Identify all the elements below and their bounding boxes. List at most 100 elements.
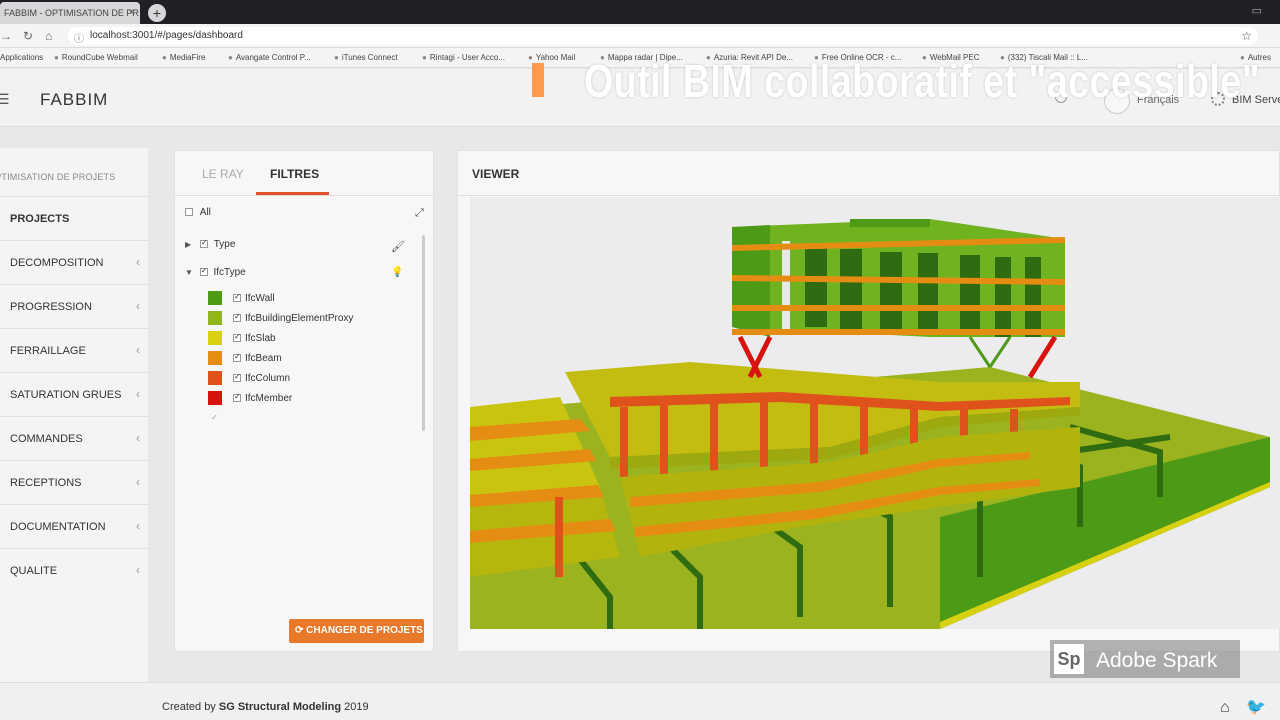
all-checkbox[interactable] (185, 208, 193, 217)
browser-tab[interactable]: FABBIM - OPTIMISATION DE PR × (0, 2, 140, 24)
footer-author[interactable]: SG Structural Modeling (219, 701, 341, 713)
bookmark-icon: ● (228, 53, 233, 62)
ifc-color-swatch[interactable] (208, 371, 222, 385)
expand-icon[interactable]: ⤢ (415, 207, 424, 220)
new-tab-button[interactable]: + (148, 4, 166, 22)
ifc-type-row[interactable]: IfcBuildingElementProxy (233, 312, 354, 324)
footer-credit: Created by SG Structural Modeling 2019 (162, 701, 369, 713)
type-checkbox[interactable] (199, 238, 208, 249)
filters-panel: LE RAY FILTRES All ⤢ ▶ Type 🖌 ▼ IfcType … (174, 150, 434, 652)
lightbulb-icon[interactable]: 💡 (391, 267, 403, 278)
sidebar-item-decomposition[interactable]: DECOMPOSITION ‹ (0, 240, 148, 284)
watermark-text: Adobe Spark (1096, 649, 1218, 672)
filter-group-ifctype[interactable]: ▼ IfcType (185, 266, 246, 278)
caret-down-icon[interactable]: ▼ (185, 268, 193, 277)
caret-right-icon[interactable]: ▶ (185, 240, 191, 249)
address-bar-row: → ↻ ⌂ ⓘ localhost:3001/#/pages/dashboard… (0, 24, 1280, 48)
ifc-type-checkbox[interactable] (233, 352, 241, 363)
ifc-type-row[interactable]: IfcBeam (233, 352, 282, 364)
filter-group-type[interactable]: ▶ Type (185, 238, 235, 250)
scrollbar[interactable] (422, 235, 425, 431)
bookmark-icon: ● (54, 53, 59, 62)
ifc-type-checkbox[interactable] (233, 312, 241, 323)
bookmark-item[interactable]: ● iTunes Connect (334, 53, 398, 62)
filter-group-label: IfcType (213, 267, 246, 278)
ifctype-checkbox[interactable] (199, 266, 208, 277)
sidebar: OPTIMISATION DE PROJETS PROJECTS DECOMPO… (0, 148, 148, 682)
video-overlay-title: Outil BIM collaboratif et "accessible" (584, 55, 1261, 107)
app-footer: Created by SG Structural Modeling 2019 ⌂… (0, 682, 1280, 720)
ifc-type-row[interactable]: IfcColumn (233, 372, 290, 384)
sidebar-item-receptions[interactable]: RECEPTIONS ‹ (0, 460, 148, 504)
sidebar-item-documentation[interactable]: DOCUMENTATION ‹ (0, 504, 148, 548)
ifc-type-row[interactable]: IfcWall (233, 292, 275, 304)
sidebar-item-label: DOCUMENTATION (10, 521, 106, 533)
sidebar-item-qualite[interactable]: QUALITE ‹ (0, 548, 148, 592)
bookmark-item[interactable]: ● Rintagi - User Acco... (422, 53, 505, 62)
sidebar-item-label: PROJECTS (10, 213, 70, 225)
reload-icon[interactable]: ↻ (23, 29, 33, 43)
ifc-type-row[interactable]: IfcMember (233, 392, 293, 404)
menu-icon[interactable]: ☰ (0, 91, 10, 108)
ifc-type-checkbox[interactable] (233, 332, 241, 343)
sidebar-item-commandes[interactable]: COMMANDES ‹ (0, 416, 148, 460)
sidebar-item-label: FERRAILLAGE (10, 345, 86, 357)
filter-all-row[interactable]: All (185, 207, 211, 218)
bookmark-star-icon[interactable]: ☆ (1241, 29, 1252, 43)
twitter-icon[interactable]: 🐦 (1246, 697, 1266, 717)
ifc-type-label: IfcBeam (245, 353, 282, 364)
ifc-type-checkbox[interactable] (233, 292, 241, 303)
sidebar-item-progression[interactable]: PROGRESSION ‹ (0, 284, 148, 328)
ifc-type-label: IfcSlab (245, 333, 276, 344)
divider (175, 195, 433, 196)
chevron-left-icon: ‹ (136, 431, 140, 445)
forward-icon[interactable]: → (0, 29, 12, 43)
bookmark-icon: ● (528, 53, 533, 62)
ifc-type-checkbox[interactable] (233, 392, 241, 403)
home-icon[interactable]: ⌂ (1220, 699, 1230, 717)
overlay-accent-bar (532, 63, 544, 97)
chevron-left-icon: ‹ (136, 475, 140, 489)
check-icon: ✓ (211, 413, 218, 422)
sidebar-item-label: QUALITE (10, 565, 58, 577)
bookmark-item[interactable]: ● RoundCube Webmail (54, 53, 138, 62)
brush-icon[interactable]: 🖌 (391, 240, 405, 253)
home-icon[interactable]: ⌂ (45, 29, 52, 43)
app-root: FABBIM - OPTIMISATION DE PR × + ▭ → ↻ ⌂ … (0, 0, 1280, 720)
ifc-type-row[interactable]: IfcSlab (233, 332, 276, 344)
bim-3d-viewport[interactable] (470, 197, 1280, 629)
window-controls[interactable]: ▭ (1252, 4, 1262, 17)
sidebar-item-ferraillage[interactable]: FERRAILLAGE ‹ (0, 328, 148, 372)
ifc-color-swatch[interactable] (208, 331, 222, 345)
sidebar-item-saturation-grues[interactable]: SATURATION GRUES ‹ (0, 372, 148, 416)
chevron-left-icon: ‹ (136, 563, 140, 577)
ifc-color-swatch[interactable] (208, 311, 222, 325)
swap-icon: ⟳ (295, 625, 307, 636)
bookmark-item[interactable]: Applications (0, 53, 43, 62)
sidebar-item-label: RECEPTIONS (10, 477, 82, 489)
ifc-type-label: IfcWall (245, 293, 275, 304)
ifc-type-checkbox[interactable] (233, 372, 241, 383)
app-logo: FABBIM (40, 90, 109, 109)
bookmark-icon: ● (162, 53, 167, 62)
change-project-button[interactable]: ⟳ CHANGER DE PROJETS (289, 619, 424, 643)
viewer-title: VIEWER (472, 167, 520, 181)
ifc-color-swatch[interactable] (208, 391, 222, 405)
info-icon: ⓘ (74, 34, 84, 45)
sidebar-title: OPTIMISATION DE PROJETS (0, 172, 116, 182)
chevron-left-icon: ‹ (136, 255, 140, 269)
ifc-color-swatch[interactable] (208, 351, 222, 365)
chevron-left-icon: ‹ (136, 299, 140, 313)
tab-le-ray[interactable]: LE RAY (202, 167, 244, 181)
ifc-type-label: IfcMember (245, 393, 293, 404)
sidebar-item-projects[interactable]: PROJECTS (0, 196, 148, 240)
tab-filtres[interactable]: FILTRES (270, 167, 319, 181)
url-field[interactable]: ⓘ localhost:3001/#/pages/dashboard (68, 27, 1258, 45)
bookmark-item[interactable]: ● Yahoo Mail (528, 53, 575, 62)
chevron-left-icon: ‹ (136, 387, 140, 401)
bookmark-item[interactable]: ● Avangate Control P... (228, 53, 311, 62)
bookmark-item[interactable]: ● MediaFire (162, 53, 205, 62)
close-tab-icon[interactable]: × (129, 7, 134, 17)
ifc-type-label: IfcBuildingElementProxy (245, 313, 354, 324)
ifc-color-swatch[interactable] (208, 291, 222, 305)
